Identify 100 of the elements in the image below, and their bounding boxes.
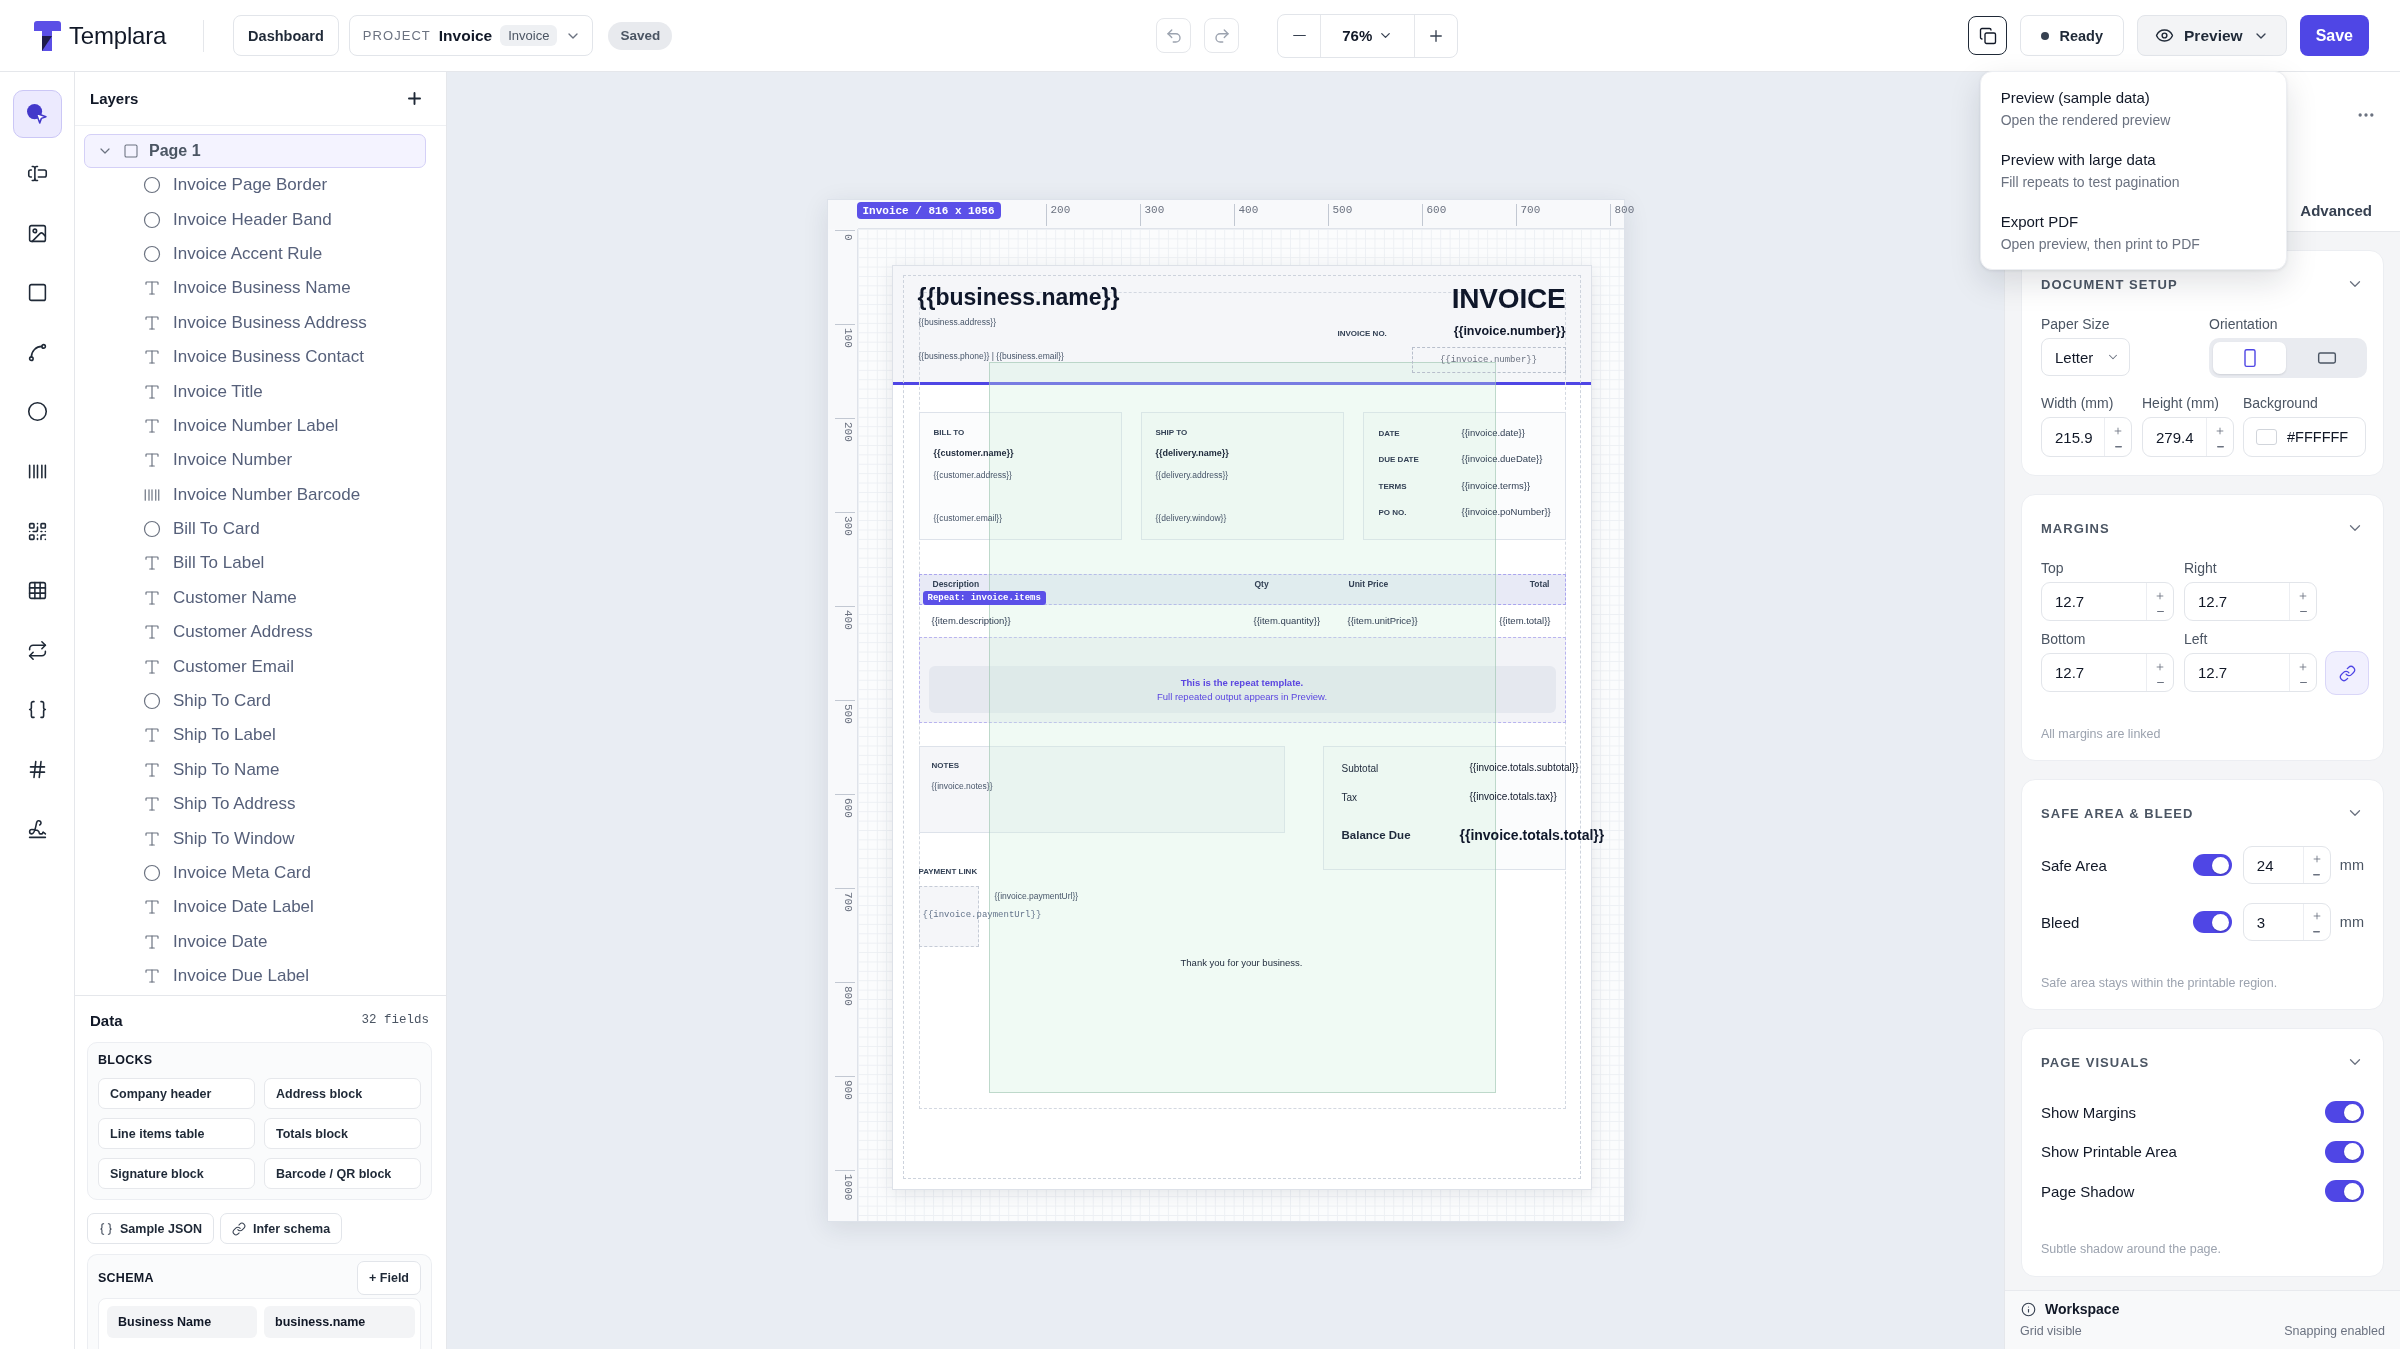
plus-icon[interactable]	[2113, 426, 2123, 437]
layer-item[interactable]: Invoice Business Name	[84, 271, 426, 306]
layer-item[interactable]: Bill To Card	[84, 511, 426, 547]
minus-icon[interactable]	[2313, 874, 2321, 876]
layer-item[interactable]: Invoice Number Barcode	[84, 477, 426, 512]
field-label: BILL TO	[933, 428, 965, 438]
layer-item[interactable]: Invoice Due Label	[84, 959, 426, 994]
toggle-switch[interactable]	[2325, 1140, 2364, 1163]
block-button[interactable]: Totals block	[264, 1118, 421, 1149]
block-button[interactable]: Signature block	[98, 1158, 255, 1189]
plus-icon[interactable]	[2311, 854, 2322, 865]
unit-label: mm	[2339, 914, 2364, 930]
number-input[interactable]: 215.9	[2041, 417, 2132, 457]
plus-icon[interactable]	[2215, 426, 2225, 437]
layer-item[interactable]: Customer Email	[84, 649, 426, 684]
minus-icon[interactable]	[2156, 681, 2164, 684]
layer-item[interactable]: Invoice Accent Rule	[84, 236, 426, 272]
layer-item[interactable]: Page 1	[84, 134, 426, 168]
number-input[interactable]: 24	[2242, 846, 2331, 884]
orientation-option[interactable]	[2213, 342, 2286, 374]
layer-item[interactable]: Invoice Business Address	[84, 305, 426, 340]
plus-icon[interactable]	[2155, 661, 2165, 672]
copy-button[interactable]	[1968, 16, 2008, 55]
action-button[interactable]: Sample JSON	[87, 1213, 214, 1244]
template-field: {{invoice.number}}	[1453, 324, 1566, 339]
toggle-switch[interactable]	[2192, 911, 2232, 933]
add-icon[interactable]	[405, 89, 424, 108]
field-key-input[interactable]: business.name	[264, 1306, 415, 1338]
background-color-input[interactable]: #FFFFFF	[2243, 417, 2366, 457]
minus-icon[interactable]	[2216, 446, 2224, 448]
block-button[interactable]: Barcode / QR block	[264, 1158, 421, 1189]
number-input[interactable]: 12.7	[2184, 582, 2317, 621]
layer-item[interactable]: Bill To Label	[84, 546, 426, 581]
layer-item[interactable]: Invoice Title	[84, 374, 426, 409]
save-button[interactable]: Save	[2299, 15, 2369, 56]
layer-item[interactable]: Invoice Number	[84, 443, 426, 478]
layer-item[interactable]: Ship To Card	[84, 683, 426, 719]
plus-icon[interactable]	[2311, 911, 2322, 922]
paper-size-select[interactable]: Letter	[2041, 338, 2130, 376]
dashboard-button[interactable]: Dashboard	[233, 15, 339, 56]
copy-icon	[1979, 26, 1997, 45]
block-button[interactable]: Line items table	[98, 1118, 255, 1149]
layer-item[interactable]: Customer Address	[84, 615, 426, 650]
curve-icon	[26, 341, 48, 363]
layer-item[interactable]: Ship To Label	[84, 718, 426, 753]
layer-item[interactable]: Invoice Business Contact	[84, 339, 426, 375]
field-label: PAYMENT LINK	[918, 867, 978, 877]
layer-item[interactable]: Customer Name	[84, 580, 426, 616]
field-name-input[interactable]: Business Name	[107, 1306, 257, 1338]
plus-icon[interactable]	[2298, 590, 2308, 601]
layer-item[interactable]: Invoice Header Band	[84, 202, 426, 237]
minus-icon[interactable]	[2313, 931, 2321, 933]
number-input[interactable]: 12.7	[2184, 653, 2317, 692]
panel-tab[interactable]: Advanced	[2298, 191, 2374, 231]
layer-item[interactable]: Ship To Window	[84, 821, 426, 856]
number-input[interactable]: 3	[2242, 903, 2331, 941]
qr-code-icon	[26, 520, 48, 542]
toggle-switch[interactable]	[2325, 1180, 2364, 1202]
menu-item-title[interactable]: Preview with large data	[2000, 150, 2266, 170]
project-selector[interactable]: PROJECT Invoice Invoice	[348, 15, 594, 56]
setting-label: Safe Area	[2041, 856, 2108, 874]
preview-button[interactable]: Preview	[2137, 15, 2287, 56]
plus-icon[interactable]	[2155, 590, 2165, 601]
image-icon	[26, 222, 48, 244]
link-margins-button[interactable]	[2325, 651, 2369, 695]
undo-icon	[1164, 26, 1183, 45]
layer-item[interactable]: Invoice Date Label	[84, 890, 426, 925]
text-icon	[143, 932, 161, 951]
template-field: {{invoice.totals.total}}	[1459, 827, 1605, 844]
field-label: NOTES	[931, 761, 960, 771]
block-button[interactable]: Address block	[264, 1078, 421, 1109]
toggle-switch[interactable]	[2192, 854, 2232, 876]
minus-icon[interactable]	[2299, 681, 2307, 684]
layer-item[interactable]: Ship To Name	[84, 752, 426, 788]
toggle-switch[interactable]	[2325, 1101, 2364, 1123]
status-button[interactable]: Ready	[2020, 15, 2124, 56]
block-button[interactable]: Company header	[98, 1078, 255, 1109]
minus-icon[interactable]	[2156, 610, 2164, 613]
text-icon	[143, 451, 161, 470]
tool-button[interactable]	[12, 90, 62, 138]
layer-item[interactable]: Invoice Meta Card	[84, 855, 426, 891]
minus-icon[interactable]	[2114, 446, 2122, 448]
plus-icon[interactable]	[2298, 661, 2308, 672]
setting-label: Bleed	[2041, 913, 2081, 931]
minus-icon[interactable]	[2299, 610, 2307, 613]
number-input[interactable]: 279.4	[2142, 417, 2234, 457]
setting-label: Show Margins	[2041, 1103, 2138, 1121]
layer-item[interactable]: Ship To Address	[84, 787, 426, 822]
add-field-button[interactable]: + Field	[357, 1261, 421, 1295]
layer-item[interactable]: Invoice Page Border	[84, 168, 426, 203]
field-label: Orientation	[2209, 315, 2279, 333]
zoom-level-button[interactable]: 76%	[1320, 14, 1415, 57]
menu-item-title[interactable]: Export PDF	[2000, 212, 2266, 232]
layer-item[interactable]: Invoice Date	[84, 924, 426, 959]
action-button[interactable]: Infer schema	[220, 1213, 343, 1244]
number-input[interactable]: 12.7	[2041, 653, 2174, 692]
layer-item[interactable]: Invoice Number Label	[84, 408, 426, 444]
menu-item-title[interactable]: Preview (sample data)	[2000, 88, 2266, 108]
number-input[interactable]: 12.7	[2041, 582, 2174, 621]
square-icon	[123, 143, 139, 159]
